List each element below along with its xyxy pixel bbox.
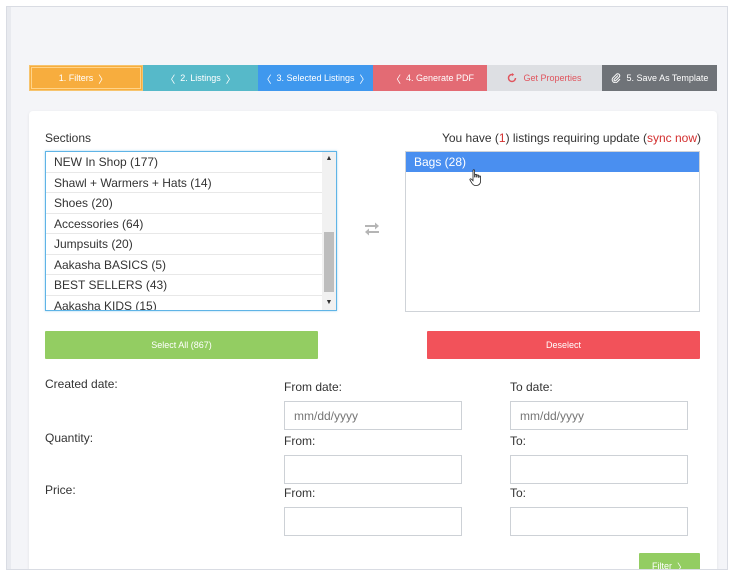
left-strip [7,7,11,569]
sync-now-link[interactable]: sync now [647,131,697,145]
quantity-to-input[interactable] [510,455,688,484]
sections-options: NEW In Shop (177) Shawl + Warmers + Hats… [46,152,324,311]
quantity-from-input[interactable] [284,455,462,484]
update-notice-suffix: ) [697,131,701,145]
update-notice: You have (1) listings requiring update (… [442,131,701,145]
price-label: Price: [45,483,76,497]
chevron-right-icon: 〉 [225,74,236,86]
to-date-input[interactable] [510,401,688,430]
chevron-right-icon: 〉 [98,74,109,86]
list-item[interactable]: Jumpsuits (20) [46,234,324,255]
chevron-left-icon: 〈 [165,74,176,86]
scroll-up-arrow-icon[interactable]: ▲ [322,152,336,166]
update-notice-prefix: You have ( [441,131,499,145]
step-generate-pdf[interactable]: 〈 4. Generate PDF [373,65,487,91]
from-date-input[interactable] [284,401,462,430]
update-count: 1 [498,131,506,145]
price-from-input[interactable] [284,507,462,536]
created-date-label: Created date: [45,377,118,391]
sections-title: Sections [45,131,92,145]
quantity-label: Quantity: [45,431,94,445]
price-to-input[interactable] [510,507,688,536]
hand-cursor-icon [469,169,481,186]
quantity-from-label: From: [284,434,316,448]
chevron-left-icon: 〈 [390,74,401,86]
step-listings-label: 2. Listings [180,73,221,83]
chevron-right-icon: 〉 [677,562,687,570]
from-date-label: From date: [284,380,343,394]
list-item[interactable]: BEST SELLERS (43) [46,275,324,296]
step-filters-label: 1. Filters [58,73,94,83]
chevron-left-icon: 〈 [261,74,272,86]
paperclip-icon [611,73,620,83]
step-get-properties-label: Get Properties [523,73,582,83]
swap-arrows-icon[interactable] [362,221,382,237]
step-save-as-template-label: 5. Save As Template [626,73,709,83]
step-get-properties[interactable]: Get Properties [487,65,602,91]
step-selected-listings-label: 3. Selected Listings [276,73,355,83]
step-listings[interactable]: 〈 2. Listings 〉 [143,65,258,91]
price-to-label: To: [510,486,527,500]
to-date-label: To date: [510,380,553,394]
selected-sections-listbox[interactable]: Bags (28) [405,151,700,312]
list-item[interactable]: Aakasha BASICS (5) [46,255,324,275]
deselect-button[interactable]: Deselect [427,331,700,359]
chevron-right-icon: 〉 [359,74,370,86]
refresh-icon [508,73,517,83]
step-filters[interactable]: 1. Filters 〉 [29,65,143,91]
step-generate-pdf-label: 4. Generate PDF [405,73,475,83]
select-all-button[interactable]: Select All (867) [45,331,318,359]
scroll-down-arrow-icon[interactable]: ▼ [322,296,336,310]
step-selected-listings[interactable]: 〈 3. Selected Listings 〉 [258,65,373,91]
list-item[interactable]: NEW In Shop (177) [46,152,324,173]
price-from-label: From: [284,486,316,500]
list-item[interactable]: Shawl + Warmers + Hats (14) [46,173,324,193]
quantity-to-label: To: [510,434,527,448]
app-frame: 1. Filters 〉 〈 2. Listings 〉 〈 3. Select… [6,6,728,570]
update-notice-middle: ) listings requiring update ( [505,131,647,145]
list-item[interactable]: Aakasha KIDS (15) [46,296,324,311]
filters-card: Sections You have (1) listings requiring… [29,111,717,570]
list-item[interactable]: Bags (28) [406,152,699,172]
scroll-thumb[interactable] [324,232,334,292]
wizard-steps: 1. Filters 〉 〈 2. Listings 〉 〈 3. Select… [29,65,717,91]
list-item[interactable]: Shoes (20) [46,193,324,214]
list-item[interactable]: Accessories (64) [46,214,324,234]
filter-button[interactable]: Filter 〉 [639,553,700,570]
filter-button-label: Filter [652,561,672,570]
sections-listbox[interactable]: NEW In Shop (177) Shawl + Warmers + Hats… [45,151,337,311]
sections-scrollbar[interactable]: ▲ ▼ [322,152,336,310]
step-save-as-template[interactable]: 5. Save As Template [602,65,717,91]
